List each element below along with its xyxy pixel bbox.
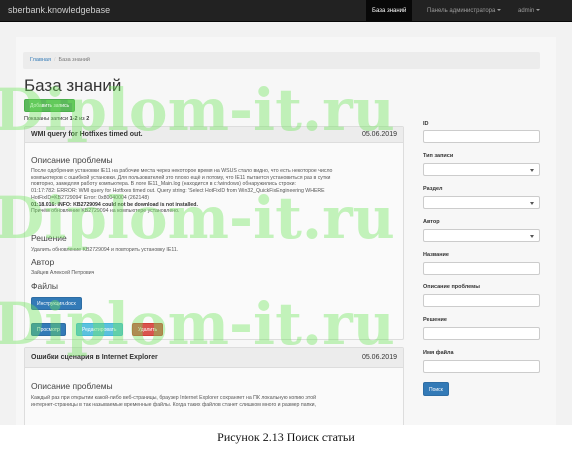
problem-line: После одобрения установки IE11 на рабочи… bbox=[31, 168, 333, 174]
problem-line: интернет-страницы в так называемые време… bbox=[31, 401, 316, 408]
search-label-id: ID bbox=[423, 121, 429, 127]
article-panel-header: WMI query for Hotfixes timed out. 05.06.… bbox=[25, 127, 403, 143]
records-shown-text: Показаны записи 1-2 из 2 bbox=[24, 116, 89, 122]
nav-admin-panel-label: Панель администратора bbox=[427, 8, 496, 14]
shown-prefix: Показаны записи bbox=[24, 116, 69, 122]
article-date: 05.06.2019 bbox=[361, 131, 397, 138]
author-heading: Автор bbox=[31, 257, 55, 267]
search-title-input[interactable] bbox=[423, 262, 540, 275]
delete-button[interactable]: Удалить bbox=[132, 323, 164, 336]
chevron-down-icon bbox=[536, 9, 541, 12]
problem-description: После одобрения установки IE11 на рабочи… bbox=[31, 168, 399, 215]
problem-heading: Описание проблемы bbox=[31, 155, 113, 165]
article-panel: Ошибки сценария в Internet Explorer 05.0… bbox=[24, 347, 404, 425]
search-label-solution: Решение bbox=[423, 317, 447, 323]
breadcrumb-separator: / bbox=[53, 57, 56, 63]
shown-total: 2 bbox=[86, 116, 90, 122]
search-type-select[interactable] bbox=[423, 163, 540, 176]
edit-button[interactable]: Редактировать bbox=[76, 323, 123, 336]
problem-description: Каждый раз при открытии какой-либо веб-с… bbox=[31, 395, 399, 408]
search-author-select[interactable] bbox=[423, 229, 540, 242]
brand-link[interactable]: sberbank.knowledgebase bbox=[8, 5, 110, 15]
breadcrumb-home-link[interactable]: Главная bbox=[30, 57, 51, 63]
search-solution-input[interactable] bbox=[423, 327, 540, 340]
problem-log-line: 01:18.016: INFO: KB2729094 could not be … bbox=[31, 201, 198, 208]
search-id-input[interactable] bbox=[423, 130, 540, 143]
search-label-type: Тип записи bbox=[423, 153, 454, 159]
solution-heading: Решение bbox=[31, 233, 67, 243]
problem-line: повторно, замедляя работу компьютера. В … bbox=[31, 181, 296, 188]
search-label-filename: Имя файла bbox=[423, 350, 454, 356]
search-label-author: Автор bbox=[423, 219, 440, 225]
search-section-select[interactable] bbox=[423, 196, 540, 209]
breadcrumb-current: База знаний bbox=[58, 57, 90, 63]
search-filename-input[interactable] bbox=[423, 360, 540, 373]
problem-line: компьютеров с ошибкой установки. Для пол… bbox=[31, 174, 331, 181]
article-date: 05.06.2019 bbox=[361, 354, 397, 361]
nav-admin-panel[interactable]: Панель администратора bbox=[427, 0, 502, 22]
search-label-title: Название bbox=[423, 252, 449, 258]
top-navbar: sberbank.knowledgebase База знаний Панел… bbox=[0, 0, 572, 22]
breadcrumb: Главная / База знаний bbox=[23, 52, 540, 69]
problem-cause-line: Причём обновление KB2729094 на компьютер… bbox=[31, 208, 180, 215]
author-name: Зайцев Алексей Петрович bbox=[31, 270, 95, 276]
article-title[interactable]: Ошибки сценария в Internet Explorer bbox=[31, 354, 158, 361]
article-panel: WMI query for Hotfixes timed out. 05.06.… bbox=[24, 126, 404, 340]
files-heading: Файлы bbox=[31, 281, 59, 291]
nav-user-menu[interactable]: admin bbox=[518, 0, 541, 22]
figure-caption: Рисунок 2.13 Поиск статьи bbox=[217, 430, 355, 444]
article-panel-header: Ошибки сценария в Internet Explorer 05.0… bbox=[25, 348, 403, 368]
view-button[interactable]: Просмотр bbox=[31, 323, 66, 336]
screenshot: sberbank.knowledgebase База знаний Панел… bbox=[0, 0, 572, 425]
chevron-down-icon bbox=[497, 9, 502, 12]
search-label-section: Раздел bbox=[423, 186, 443, 192]
shown-of: из bbox=[79, 116, 85, 122]
file-download-button[interactable]: Инструкция.docx bbox=[31, 297, 82, 310]
problem-heading: Описание проблемы bbox=[31, 381, 113, 391]
search-label-problem: Описание проблемы bbox=[423, 284, 480, 290]
search-button[interactable]: Поиск bbox=[423, 382, 449, 396]
problem-line: 01:17:782: ERROR: WMI query for Hotfixes… bbox=[31, 188, 325, 195]
problem-line: HotFixID=KB2729094' Error: 0x80040004 (2… bbox=[31, 194, 149, 201]
article-title[interactable]: WMI query for Hotfixes timed out. bbox=[31, 131, 143, 138]
solution-text: Удалить обновление KB2729094 и повторить… bbox=[31, 247, 179, 253]
shown-range: 1-2 bbox=[69, 116, 78, 122]
nav-user-label: admin bbox=[518, 8, 535, 14]
search-problem-input[interactable] bbox=[423, 294, 540, 307]
problem-line: Каждый раз при открытии какой-либо веб-с… bbox=[31, 395, 316, 401]
page-title: База знаний bbox=[24, 76, 122, 95]
nav-knowledgebase[interactable]: База знаний bbox=[366, 0, 413, 22]
add-record-button[interactable]: Добавить запись bbox=[24, 99, 76, 112]
